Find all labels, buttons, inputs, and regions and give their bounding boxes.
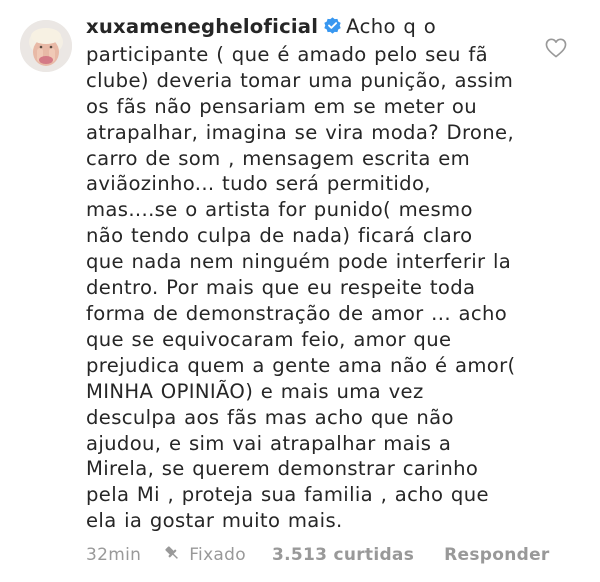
- comment-line: que nada nem ninguém pode interferir la: [86, 250, 512, 274]
- comment-line: pela Mi , proteja sua familia , acho que: [86, 483, 489, 507]
- reply-button[interactable]: Responder: [444, 545, 549, 565]
- comment-meta: 32min Fixado 3.513 curtidas Responder: [86, 541, 550, 569]
- comment-line: atrapalhar, imagina se vira moda? Drone,: [86, 120, 515, 144]
- comment-line: ajudou, e sim vai atrapalhar mais a: [86, 431, 452, 455]
- comment-line: prejudica quem a gente ama não é amor(: [86, 353, 516, 377]
- comment-line: forma de demonstração de amor ... acho: [86, 301, 508, 325]
- comment-line: aviãozinho... tudo será permitido,: [86, 172, 431, 196]
- likes-count[interactable]: 3.513 curtidas: [272, 545, 414, 565]
- comment-line: que se equivocaram feio, amor que: [86, 327, 452, 351]
- comment-line: carro de som , mensagem escrita em: [86, 146, 471, 170]
- comment-time: 32min: [86, 545, 142, 565]
- pin-icon: [163, 544, 181, 567]
- verified-badge-icon: [323, 16, 342, 42]
- comment: xuxamenegheloficial Acho q o participante …: [0, 0, 600, 582]
- comment-line: clube) deveria tomar uma punição, assim: [86, 68, 514, 92]
- comment-line: não tendo culpa de nada) ficará claro: [86, 224, 473, 248]
- comment-text: Acho q o participante ( que é amado pelo …: [86, 15, 516, 532]
- comment-line: desculpa aos fãs mas acho que não: [86, 405, 454, 429]
- comment-line: Acho q o: [346, 15, 437, 38]
- comment-line: os fãs não pensariam em se meter ou: [86, 94, 478, 118]
- comment-line: Mirela, se querem demonstrar carinho: [86, 457, 479, 481]
- username[interactable]: xuxamenegheloficial: [86, 15, 318, 38]
- comment-line: ela ia gostar muito mais.: [86, 509, 343, 533]
- pinned-indicator: Fixado: [163, 544, 246, 567]
- comment-line: dentro. Por mais que eu respeite toda: [86, 276, 476, 300]
- comment-line: mas....se o artista for punido( mesmo: [86, 198, 473, 222]
- avatar-photo: [20, 20, 72, 72]
- heart-outline-icon[interactable]: [545, 38, 567, 58]
- pinned-label: Fixado: [189, 545, 246, 565]
- comment-line: MINHA OPINIÃO) e mais uma vez: [86, 379, 424, 403]
- comment-body: xuxamenegheloficial Acho q o participante …: [86, 14, 518, 534]
- comment-line: participante ( que é amado pelo seu fã: [86, 42, 488, 66]
- avatar[interactable]: [20, 20, 72, 72]
